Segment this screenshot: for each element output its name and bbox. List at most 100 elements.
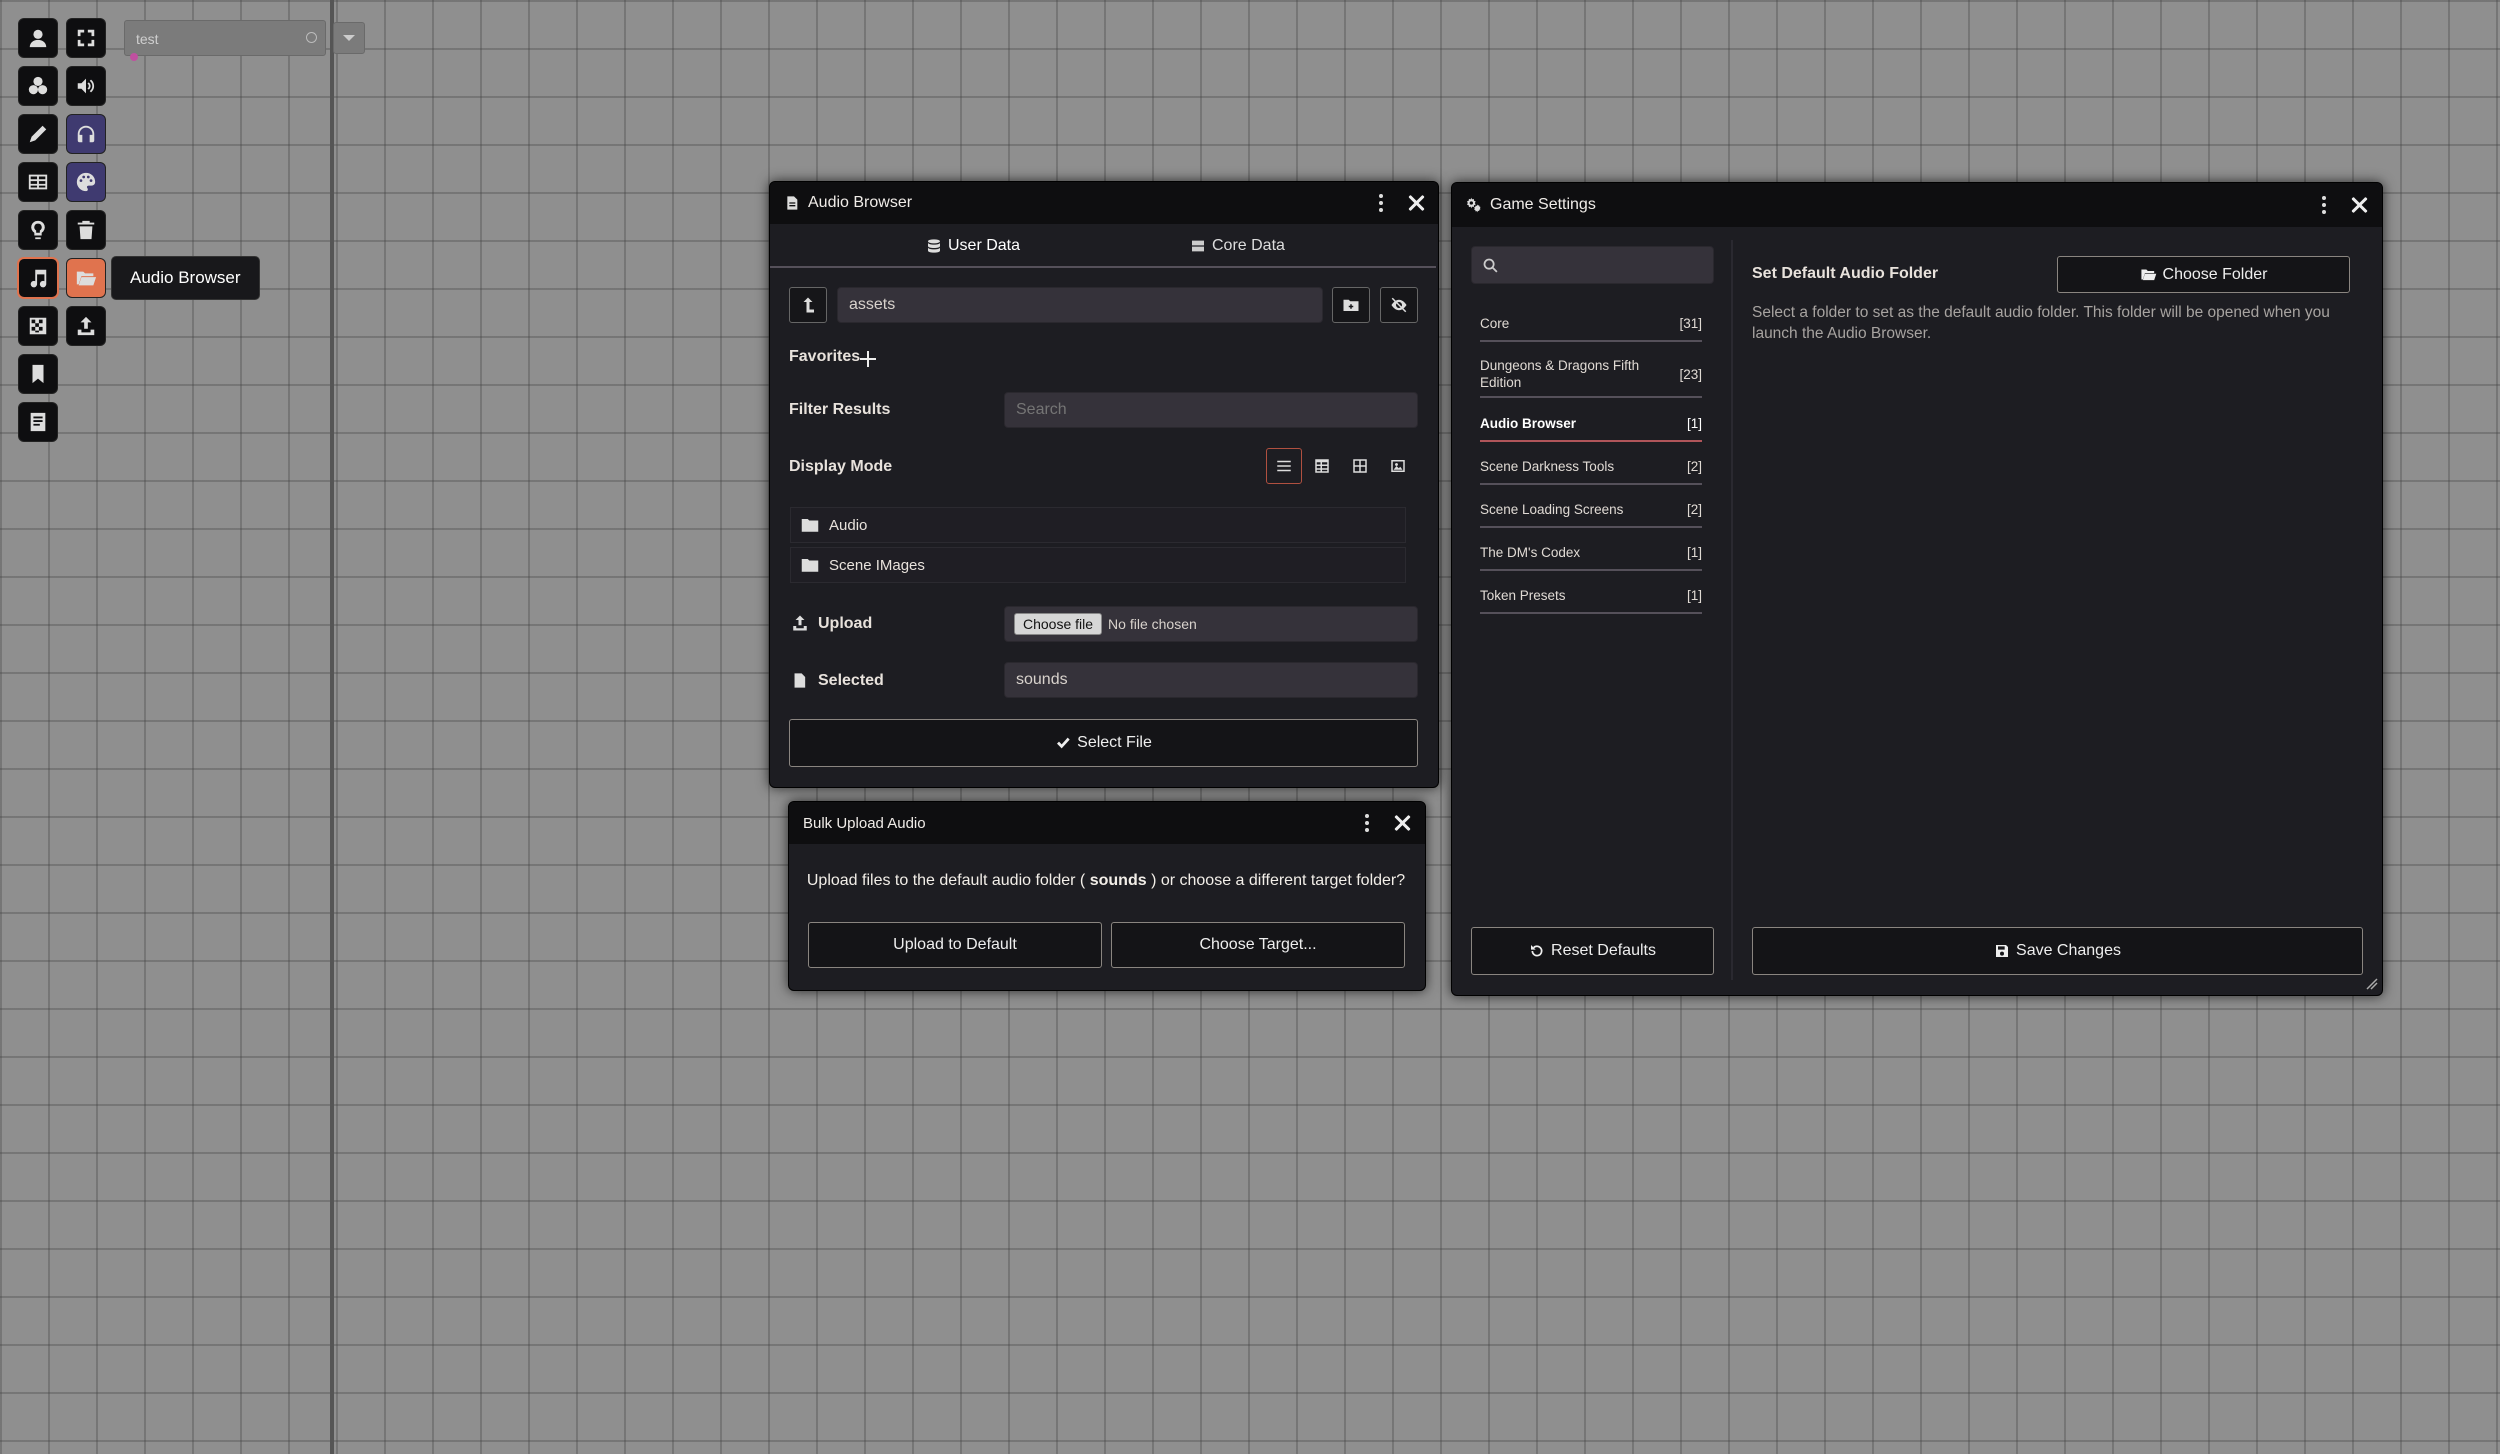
settings-category-scene-darkness[interactable]: Scene Darkness Tools [2]	[1480, 449, 1702, 485]
close-icon[interactable]	[1406, 193, 1426, 213]
folder-row-audio[interactable]: Audio	[790, 507, 1406, 543]
upload-icon[interactable]	[67, 307, 105, 345]
reset-defaults-button[interactable]: Reset Defaults	[1471, 927, 1714, 975]
choose-folder-label: Choose Folder	[2162, 265, 2268, 283]
path-input[interactable]: assets	[837, 287, 1323, 323]
folder-name: Scene IMages	[829, 556, 925, 574]
file-icon	[787, 196, 798, 210]
folder-name: Audio	[829, 516, 868, 534]
display-grid-icon[interactable]	[1342, 448, 1378, 484]
eye-slash-icon	[1391, 297, 1407, 313]
tab-user-data[interactable]: User Data	[926, 233, 1020, 259]
choose-file-button[interactable]: Choose file	[1014, 613, 1103, 635]
headphones-icon[interactable]	[67, 115, 105, 153]
player-dot	[130, 53, 138, 61]
server-icon	[1192, 240, 1204, 252]
choose-target-button[interactable]: Choose Target...	[1111, 922, 1405, 968]
scene-nav-toggle[interactable]	[333, 22, 365, 54]
scene-active-icon	[306, 32, 317, 43]
fullscreen-icon[interactable]	[67, 19, 105, 57]
reset-defaults-label: Reset Defaults	[1551, 942, 1656, 959]
close-icon[interactable]	[1392, 813, 1412, 833]
favorites-label: Favorites	[789, 348, 861, 365]
filter-results-label: Filter Results	[789, 401, 891, 418]
token-controls-icon[interactable]	[19, 19, 57, 57]
window-title: Audio Browser	[808, 194, 913, 211]
toggle-hidden-button[interactable]	[1380, 287, 1418, 323]
close-icon[interactable]	[2349, 195, 2369, 215]
choose-folder-button[interactable]: Choose Folder	[2057, 256, 2350, 293]
volume-icon[interactable]	[67, 67, 105, 105]
audio-browser-folder-icon[interactable]	[67, 259, 105, 297]
add-favorite-icon[interactable]	[860, 351, 876, 367]
trash-icon[interactable]	[67, 211, 105, 249]
folder-plus-icon	[1343, 299, 1359, 311]
tab-user-data-label: User Data	[948, 237, 1021, 254]
upload-icon	[793, 615, 807, 631]
settings-category-token-presets[interactable]: Token Presets [1]	[1480, 578, 1702, 614]
game-settings-header[interactable]: Game Settings	[1452, 183, 2382, 227]
scene-divider	[330, 0, 334, 1454]
search-icon	[1483, 258, 1498, 273]
drawing-tools-icon[interactable]	[19, 115, 57, 153]
settings-category-core[interactable]: Core [31]	[1480, 306, 1702, 342]
kebab-menu-icon[interactable]	[1373, 192, 1389, 214]
check-icon	[1057, 737, 1070, 749]
bulk-upload-message: Upload files to the default audio folder…	[806, 872, 1406, 889]
settings-category-scene-loading[interactable]: Scene Loading Screens [2]	[1480, 492, 1702, 528]
undo-icon	[1531, 945, 1543, 957]
selected-input[interactable]: sounds	[1004, 662, 1418, 698]
window-title: Bulk Upload Audio	[803, 814, 926, 832]
notes-controls-icon[interactable]	[19, 355, 57, 393]
lighting-controls-icon[interactable]	[19, 211, 57, 249]
select-file-label: Select File	[1077, 734, 1152, 751]
display-list-icon[interactable]	[1266, 448, 1302, 484]
selected-label: Selected	[818, 672, 884, 689]
display-mode-label: Display Mode	[789, 458, 893, 475]
folder-row-scene-images[interactable]: Scene IMages	[790, 547, 1406, 583]
settings-category-audio-browser[interactable]: Audio Browser [1]	[1480, 406, 1702, 442]
setting-title: Set Default Audio Folder	[1752, 265, 1939, 282]
save-changes-label: Save Changes	[2016, 942, 2121, 959]
scene-name: test	[136, 31, 159, 47]
settings-category-dms-codex[interactable]: The DM's Codex [1]	[1480, 535, 1702, 571]
scene-nav-item[interactable]: test	[124, 20, 326, 61]
setting-description: Select a folder to set as the default au…	[1752, 304, 2330, 342]
folder-open-icon	[2140, 269, 2156, 281]
display-image-icon[interactable]	[1380, 448, 1416, 484]
save-icon	[1996, 945, 2009, 957]
region-controls-icon[interactable]	[19, 307, 57, 345]
save-changes-button[interactable]: Save Changes	[1752, 927, 2363, 975]
toolbar-tooltip: Audio Browser	[111, 256, 260, 300]
display-table-icon[interactable]	[1304, 448, 1340, 484]
tile-controls-icon[interactable]	[19, 163, 57, 201]
tab-core-data[interactable]: Core Data	[1190, 233, 1285, 259]
level-up-icon	[803, 297, 814, 313]
parent-folder-button[interactable]	[789, 287, 827, 323]
file-upload-input[interactable]: Choose file No file chosen	[1004, 606, 1418, 642]
sound-controls-icon[interactable]	[19, 259, 57, 297]
window-title: Game Settings	[1490, 196, 1596, 213]
kebab-menu-icon[interactable]	[1359, 812, 1375, 834]
tab-underline	[770, 266, 1436, 268]
select-file-button[interactable]: Select File	[789, 719, 1418, 767]
no-file-text: No file chosen	[1108, 616, 1197, 632]
audio-browser-header[interactable]: Audio Browser	[770, 182, 1438, 224]
measure-controls-icon[interactable]	[19, 67, 57, 105]
tab-core-data-label: Core Data	[1212, 237, 1285, 254]
file-icon	[794, 673, 806, 688]
upload-label: Upload	[818, 615, 873, 632]
database-icon	[928, 239, 940, 253]
palette-icon[interactable]	[67, 163, 105, 201]
folder-icon	[801, 519, 819, 532]
resize-handle-icon[interactable]	[2366, 978, 2378, 990]
settings-search-input[interactable]	[1471, 246, 1714, 284]
upload-to-default-button[interactable]: Upload to Default	[808, 922, 1102, 968]
new-folder-button[interactable]	[1332, 287, 1370, 323]
bulk-upload-header[interactable]: Bulk Upload Audio	[789, 802, 1425, 844]
kebab-menu-icon[interactable]	[2316, 194, 2332, 216]
journal-icon[interactable]	[19, 403, 57, 441]
filter-search-input[interactable]	[1004, 392, 1418, 428]
folder-icon	[801, 559, 819, 572]
settings-category-dnd5e[interactable]: Dungeons & Dragons Fifth Edition [23]	[1480, 352, 1702, 398]
